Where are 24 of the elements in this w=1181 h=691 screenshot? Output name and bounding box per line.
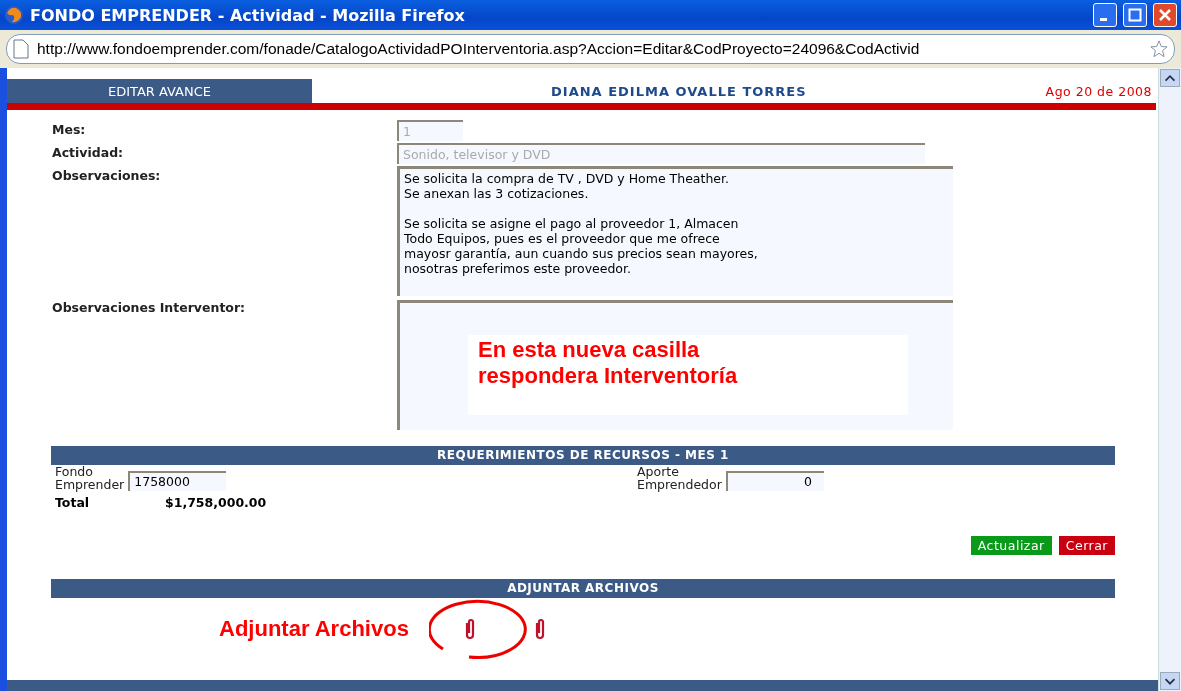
amount-field[interactable]: 1758000 <box>128 471 227 491</box>
field-label: Aporte Emprendedor <box>637 465 722 491</box>
field-label: Actividad: <box>52 144 125 162</box>
annotation-text: En esta nueva casilla respondera Interventoría <box>468 335 908 415</box>
user-name: DIANA EDILMA OVALLE TORRES <box>550 84 808 101</box>
date-text: Ago 20 de 2008 <box>1045 84 1153 101</box>
field-label: Mes: <box>52 121 87 139</box>
address-field[interactable]: http://www.fondoemprender.com/fonade/CatalogoActividadPOInterventoria.asp?Accion=Editar&CodProyecto=24096&CodActivid <box>6 34 1175 64</box>
total-value: $1,758,000.00 <box>165 495 267 510</box>
section-header: ADJUNTAR ARCHIVOS <box>51 579 1115 598</box>
url-text: http://www.fondoemprender.com/fonade/CatalogoActividadPOInterventoria.asp?Accion=Editar&CodProyecto=24096&CodActivid <box>37 40 921 58</box>
section-header: REQUERIMIENTOS DE RECURSOS - MES 1 <box>51 446 1115 465</box>
annotation-text: Adjuntar Archivos <box>219 616 409 642</box>
field-label: Observaciones Interventor: <box>52 299 247 317</box>
field-label: Fondo Emprender <box>55 465 125 491</box>
total-label: Total <box>55 495 91 510</box>
field-label: Observaciones: <box>52 167 162 185</box>
window-title: FONDO EMPRENDER - Actividad - Mozilla Firefox <box>30 5 466 25</box>
close-button[interactable]: Cerrar <box>1058 536 1115 555</box>
update-button[interactable]: Actualizar <box>970 536 1052 555</box>
amount-field[interactable]: 0 <box>725 471 824 491</box>
observations-text: Se solicita la compra de TV , DVD y Home Theather. Se anexan las 3 cotizaciones. Se solicita se asigne el pago al proveedor 1, Almacen Todo Equipos, pues es el proveedor que me ofrece mayosr garantía, aun cuando sus precios sean mayores, nosotras preferimos este proveedor. <box>404 171 758 276</box>
text-area[interactable]: En esta nueva casilla respondera Interventoría <box>397 300 953 430</box>
edit-tab[interactable]: EDITAR AVANCE <box>7 79 312 103</box>
